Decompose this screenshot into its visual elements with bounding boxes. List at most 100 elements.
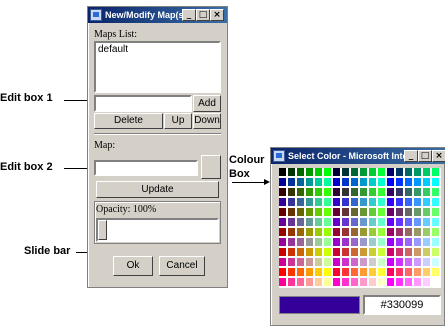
select-color-titlebar[interactable]: Select Color - Microsoft Intern... _ □ × xyxy=(271,148,445,164)
color-swatch[interactable] xyxy=(297,238,304,246)
color-swatch[interactable] xyxy=(306,228,313,236)
color-swatch[interactable] xyxy=(288,218,295,226)
color-swatch[interactable] xyxy=(387,268,394,276)
color-swatch[interactable] xyxy=(351,178,358,186)
color-swatch[interactable] xyxy=(315,188,322,196)
color-swatch[interactable] xyxy=(333,168,340,176)
color-swatch[interactable] xyxy=(324,198,331,206)
color-swatch[interactable] xyxy=(387,278,394,286)
color-swatch[interactable] xyxy=(378,248,385,256)
color-swatch[interactable] xyxy=(378,208,385,216)
color-swatch[interactable] xyxy=(279,248,286,256)
map-dialog-titlebar[interactable]: New/Modify Map(s)... _ □ × xyxy=(88,7,227,23)
color-swatch[interactable] xyxy=(342,188,349,196)
color-swatch[interactable] xyxy=(315,198,322,206)
color-swatch[interactable] xyxy=(423,198,430,206)
color-swatch[interactable] xyxy=(342,178,349,186)
color-swatch[interactable] xyxy=(432,168,439,176)
color-swatch[interactable] xyxy=(360,178,367,186)
color-swatch[interactable] xyxy=(396,238,403,246)
color-swatch[interactable] xyxy=(306,178,313,186)
color-swatch[interactable] xyxy=(324,178,331,186)
color-swatch[interactable] xyxy=(351,248,358,256)
color-swatch[interactable] xyxy=(405,208,412,216)
color-swatch[interactable] xyxy=(360,278,367,286)
color-swatch[interactable] xyxy=(360,248,367,256)
color-swatch[interactable] xyxy=(324,208,331,216)
color-swatch[interactable] xyxy=(414,178,421,186)
color-swatch[interactable] xyxy=(279,198,286,206)
color-swatch[interactable] xyxy=(414,198,421,206)
color-swatch[interactable] xyxy=(306,218,313,226)
color-swatch[interactable] xyxy=(297,258,304,266)
color-swatch[interactable] xyxy=(297,248,304,256)
color-swatch[interactable] xyxy=(360,208,367,216)
color-swatch[interactable] xyxy=(279,268,286,276)
color-swatch[interactable] xyxy=(423,258,430,266)
color-swatch[interactable] xyxy=(387,178,394,186)
color-swatch[interactable] xyxy=(405,248,412,256)
color-swatch[interactable] xyxy=(315,258,322,266)
color-swatch[interactable] xyxy=(432,268,439,276)
color-swatch[interactable] xyxy=(378,258,385,266)
color-swatch[interactable] xyxy=(315,168,322,176)
color-swatch[interactable] xyxy=(288,178,295,186)
color-swatch[interactable] xyxy=(333,208,340,216)
color-swatch[interactable] xyxy=(315,238,322,246)
color-swatch[interactable] xyxy=(333,278,340,286)
color-swatch[interactable] xyxy=(378,228,385,236)
hex-value-field[interactable]: #330099 xyxy=(363,295,441,315)
color-swatch[interactable] xyxy=(297,188,304,196)
color-swatch[interactable] xyxy=(414,228,421,236)
color-swatch[interactable] xyxy=(333,188,340,196)
color-swatch[interactable] xyxy=(288,268,295,276)
color-swatch[interactable] xyxy=(306,248,313,256)
color-swatch[interactable] xyxy=(324,258,331,266)
color-swatch[interactable] xyxy=(333,178,340,186)
color-swatch[interactable] xyxy=(387,188,394,196)
color-swatch[interactable] xyxy=(306,268,313,276)
color-swatch[interactable] xyxy=(414,248,421,256)
color-swatch[interactable] xyxy=(423,168,430,176)
color-swatch[interactable] xyxy=(351,268,358,276)
color-swatch[interactable] xyxy=(432,238,439,246)
color-swatch[interactable] xyxy=(414,278,421,286)
color-swatch[interactable] xyxy=(324,238,331,246)
color-swatch[interactable] xyxy=(396,218,403,226)
color-swatch[interactable] xyxy=(279,278,286,286)
color-swatch[interactable] xyxy=(342,208,349,216)
color-swatch[interactable] xyxy=(369,278,376,286)
color-swatch[interactable] xyxy=(279,188,286,196)
color-swatch[interactable] xyxy=(315,278,322,286)
color-swatch[interactable] xyxy=(279,228,286,236)
color-swatch[interactable] xyxy=(414,168,421,176)
color-swatch[interactable] xyxy=(324,218,331,226)
color-swatch[interactable] xyxy=(333,268,340,276)
color-swatch[interactable] xyxy=(387,198,394,206)
color-swatch[interactable] xyxy=(396,278,403,286)
color-swatch[interactable] xyxy=(396,188,403,196)
color-swatch[interactable] xyxy=(288,168,295,176)
color-swatch[interactable] xyxy=(405,258,412,266)
color-swatch[interactable] xyxy=(333,238,340,246)
color-swatch[interactable] xyxy=(288,248,295,256)
maximize-icon[interactable]: □ xyxy=(196,9,210,21)
add-button[interactable]: Add xyxy=(193,95,221,112)
colour-box-button[interactable] xyxy=(201,155,221,179)
color-swatch[interactable] xyxy=(342,198,349,206)
color-swatch[interactable] xyxy=(315,178,322,186)
color-swatch[interactable] xyxy=(396,198,403,206)
color-swatch[interactable] xyxy=(297,208,304,216)
color-swatch[interactable] xyxy=(396,248,403,256)
color-swatch[interactable] xyxy=(369,198,376,206)
color-swatch[interactable] xyxy=(369,208,376,216)
color-swatch[interactable] xyxy=(378,178,385,186)
color-swatch[interactable] xyxy=(378,268,385,276)
color-swatch[interactable] xyxy=(432,188,439,196)
color-swatch[interactable] xyxy=(432,178,439,186)
color-swatch[interactable] xyxy=(279,208,286,216)
color-swatch[interactable] xyxy=(315,218,322,226)
color-swatch[interactable] xyxy=(306,238,313,246)
cancel-button[interactable]: Cancel xyxy=(159,256,205,276)
color-swatch[interactable] xyxy=(405,178,412,186)
